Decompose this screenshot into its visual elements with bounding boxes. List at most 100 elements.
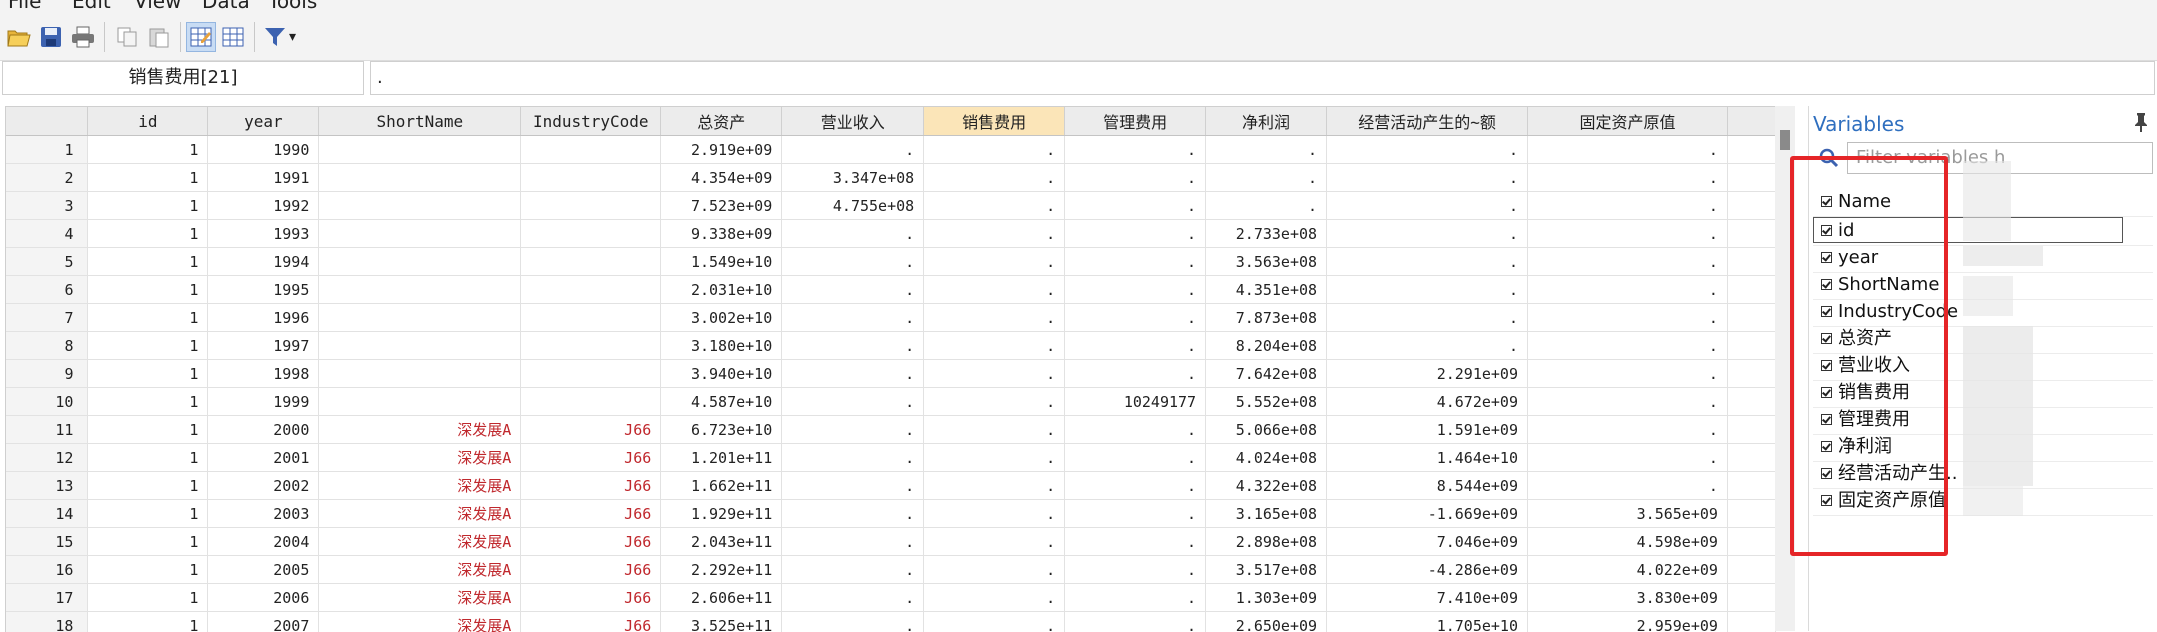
table-cell[interactable]: . <box>1065 220 1206 248</box>
table-cell[interactable]: . <box>924 360 1065 388</box>
column-header[interactable]: year <box>208 107 319 136</box>
table-cell[interactable]: . <box>924 220 1065 248</box>
table-cell[interactable]: 10249177 <box>1065 388 1206 416</box>
column-header[interactable]: 净利润 <box>1206 107 1327 136</box>
table-cell[interactable]: 9.338e+09 <box>661 220 782 248</box>
column-header[interactable]: id <box>88 107 208 136</box>
table-cell[interactable]: 4.755e+08 <box>782 192 924 220</box>
table-cell[interactable]: 深发展A <box>319 584 521 612</box>
table-cell[interactable]: 1 <box>88 360 208 388</box>
table-row[interactable]: 1812007深发展AJ663.525e+11...2.650e+091.705… <box>6 612 1776 632</box>
chevron-down-icon[interactable]: ▾ <box>289 29 296 45</box>
table-cell[interactable]: . <box>1327 164 1528 192</box>
table-cell[interactable]: . <box>1206 192 1327 220</box>
table-row[interactable]: 7119963.002e+10...7.873e+08.. <box>6 304 1776 332</box>
menu-view[interactable]: View <box>134 0 181 11</box>
table-cell[interactable]: 深发展A <box>319 612 521 632</box>
table-cell[interactable]: . <box>924 136 1065 164</box>
table-cell[interactable]: . <box>1065 500 1206 528</box>
table-row[interactable]: 8119973.180e+10...8.204e+08.. <box>6 332 1776 360</box>
table-cell[interactable]: . <box>782 136 924 164</box>
column-header-selected[interactable]: 销售费用 <box>924 107 1065 136</box>
table-cell[interactable]: . <box>924 388 1065 416</box>
table-cell[interactable]: . <box>782 584 924 612</box>
table-cell[interactable]: . <box>782 612 924 632</box>
table-cell[interactable]: . <box>924 192 1065 220</box>
menu-edit[interactable]: Edit <box>72 0 111 11</box>
table-cell[interactable]: 1 <box>88 192 208 220</box>
table-cell[interactable]: 2.898e+08 <box>1206 528 1327 556</box>
table-cell[interactable]: . <box>924 332 1065 360</box>
table-cell[interactable]: 3.165e+08 <box>1206 500 1327 528</box>
table-cell[interactable]: . <box>1528 304 1728 332</box>
table-cell[interactable]: 3.525e+11 <box>661 612 782 632</box>
paste-icon[interactable] <box>144 22 174 52</box>
table-cell[interactable] <box>319 388 521 416</box>
table-cell[interactable]: . <box>1065 584 1206 612</box>
table-cell[interactable]: . <box>924 584 1065 612</box>
table-cell[interactable] <box>521 220 661 248</box>
table-cell[interactable] <box>319 220 521 248</box>
table-cell[interactable] <box>521 304 661 332</box>
table-cell[interactable]: 2.043e+11 <box>661 528 782 556</box>
table-cell[interactable]: 1.591e+09 <box>1327 416 1528 444</box>
table-cell[interactable]: 深发展A <box>319 500 521 528</box>
table-cell[interactable]: . <box>782 360 924 388</box>
menu-file[interactable]: File <box>8 0 41 11</box>
table-cell[interactable]: 1 <box>88 500 208 528</box>
table-cell[interactable]: 2000 <box>208 416 319 444</box>
table-cell[interactable]: . <box>1528 192 1728 220</box>
table-cell[interactable]: 3.002e+10 <box>661 304 782 332</box>
table-cell[interactable]: 1 <box>88 332 208 360</box>
table-cell[interactable] <box>319 164 521 192</box>
table-cell[interactable]: . <box>1327 220 1528 248</box>
table-cell[interactable] <box>521 192 661 220</box>
table-cell[interactable]: 2002 <box>208 472 319 500</box>
table-cell[interactable]: 1 <box>88 248 208 276</box>
table-cell[interactable]: . <box>1065 248 1206 276</box>
table-cell[interactable]: 2001 <box>208 444 319 472</box>
table-cell[interactable]: . <box>1528 472 1728 500</box>
table-cell[interactable]: 3.180e+10 <box>661 332 782 360</box>
table-cell[interactable]: . <box>1528 248 1728 276</box>
table-cell[interactable]: . <box>1327 332 1528 360</box>
table-cell[interactable]: 1996 <box>208 304 319 332</box>
table-cell[interactable]: . <box>782 472 924 500</box>
save-icon[interactable] <box>36 22 66 52</box>
table-cell[interactable]: . <box>1528 220 1728 248</box>
table-row[interactable]: 1312002深发展AJ661.662e+11...4.322e+088.544… <box>6 472 1776 500</box>
pin-icon[interactable] <box>2134 112 2148 137</box>
table-cell[interactable]: 5.066e+08 <box>1206 416 1327 444</box>
table-cell[interactable]: . <box>1327 276 1528 304</box>
table-cell[interactable]: . <box>782 220 924 248</box>
scrollbar-thumb[interactable] <box>1780 130 1790 150</box>
table-cell[interactable]: -1.669e+09 <box>1327 500 1528 528</box>
table-cell[interactable] <box>521 276 661 304</box>
table-cell[interactable]: 1994 <box>208 248 319 276</box>
column-header[interactable]: IndustryCode <box>521 107 661 136</box>
table-cell[interactable]: . <box>1065 472 1206 500</box>
variable-name-box[interactable]: 销售费用[21] <box>2 61 364 95</box>
table-cell[interactable]: . <box>1206 136 1327 164</box>
table-row[interactable]: 1712006深发展AJ662.606e+11...1.303e+097.410… <box>6 584 1776 612</box>
table-cell[interactable]: . <box>1528 360 1728 388</box>
table-row[interactable]: 10119994.587e+10..102491775.552e+084.672… <box>6 388 1776 416</box>
table-cell[interactable]: 1991 <box>208 164 319 192</box>
table-cell[interactable]: J66 <box>521 416 661 444</box>
table-cell[interactable]: . <box>1065 164 1206 192</box>
table-cell[interactable]: . <box>782 500 924 528</box>
table-cell[interactable] <box>319 248 521 276</box>
table-cell[interactable]: 1998 <box>208 360 319 388</box>
table-cell[interactable]: 4.024e+08 <box>1206 444 1327 472</box>
table-cell[interactable]: 1995 <box>208 276 319 304</box>
table-cell[interactable]: 1.464e+10 <box>1327 444 1528 472</box>
table-cell[interactable]: 1 <box>88 304 208 332</box>
table-row[interactable]: 3119927.523e+094.755e+08..... <box>6 192 1776 220</box>
table-cell[interactable]: . <box>1528 332 1728 360</box>
column-header[interactable]: ShortName <box>319 107 521 136</box>
print-icon[interactable] <box>68 22 98 52</box>
table-cell[interactable]: 1 <box>88 136 208 164</box>
data-grid[interactable]: id year ShortName IndustryCode 总资产 营业收入 … <box>5 106 1776 632</box>
table-cell[interactable]: 1 <box>88 444 208 472</box>
edit-mode-icon[interactable] <box>186 22 216 52</box>
